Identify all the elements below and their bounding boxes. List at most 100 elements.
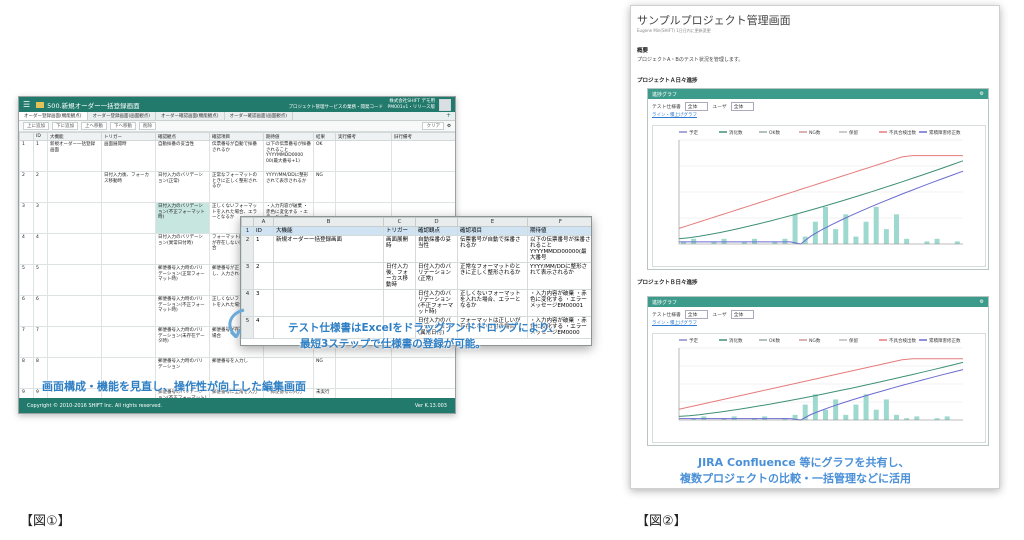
table-cell[interactable]: [101, 295, 156, 327]
table-cell[interactable]: 3: [33, 202, 48, 234]
move-up-button[interactable]: 上へ移動: [81, 122, 107, 130]
excel-row[interactable]: 2 1 新規オーダー一括登録画面 画面展開時 自動採番の妥当性 伝票番号が自動で採番される…: [241, 235, 591, 263]
excel-col-letter[interactable]: A: [253, 217, 274, 227]
user-filter-select[interactable]: 全体: [730, 310, 755, 319]
spec-filter-select[interactable]: 全体: [684, 102, 709, 111]
delete-button[interactable]: 削除: [139, 122, 156, 130]
table-cell[interactable]: [101, 326, 156, 358]
excel-cell[interactable]: 正しくないフォーマットを入れた場合、エラーとなるか: [457, 289, 528, 317]
table-cell[interactable]: YYYY/MM/DDに整形されて表示されるか: [263, 171, 314, 203]
excel-row[interactable]: 4 3 日付入力のバリデーション(不正フォーマット時) 正しくないフォーマットを入れた…: [241, 289, 591, 317]
settings-icon[interactable]: ⚙: [980, 91, 984, 97]
excel-col-letter[interactable]: F: [527, 217, 591, 227]
table-cell[interactable]: 以下の伝票番号が採番されること YYYYMMDD0000 00(最大番号+1): [263, 140, 314, 172]
table-cell[interactable]: [47, 326, 102, 358]
move-down-button[interactable]: 下へ移動: [110, 122, 136, 130]
excel-cell[interactable]: 1: [253, 235, 274, 263]
excel-header-cell[interactable]: トリガー: [383, 226, 416, 236]
excel-cell[interactable]: YYYY/MM/DDに整形されて表示されるか: [527, 262, 591, 290]
col-header[interactable]: 大機能: [47, 132, 102, 141]
table-cell[interactable]: 郵便番号入力時のバリデーション(不正フォーマット時): [155, 295, 210, 327]
table-cell[interactable]: 2: [33, 171, 48, 203]
table-cell[interactable]: [101, 233, 156, 265]
table-cell[interactable]: 新規オーダー一括登録画面: [47, 140, 102, 172]
table-cell[interactable]: 画面展開時: [101, 140, 156, 172]
table-cell[interactable]: 自動採番の妥当性: [155, 140, 210, 172]
tab-order-entry-function[interactable]: オーダー登録画面(機能観点): [19, 112, 88, 120]
table-cell[interactable]: [335, 171, 392, 203]
excel-cell[interactable]: ・入力内容が破棄 ・赤色に変化する ・エラーメッセージEM00001: [527, 289, 591, 317]
table-row[interactable]: 1 1 新規オーダー一括登録画面 画面展開時 自動採番の妥当性 伝票番号が自動で採番される…: [19, 140, 455, 172]
table-row[interactable]: 2 2 日付入力後、フォーカス移動時 日付入力のバリデーション(正常) 正常なフォーマッ…: [19, 171, 455, 203]
table-cell[interactable]: 7: [33, 326, 48, 358]
excel-cell[interactable]: 日付入力のバリデーション(不正フォーマット時): [415, 289, 458, 317]
table-cell[interactable]: [47, 233, 102, 265]
table-cell[interactable]: 日付入力のバリデーション(異常日付時): [155, 233, 210, 265]
table-cell[interactable]: [101, 264, 156, 296]
excel-cell[interactable]: 4: [253, 316, 274, 339]
table-cell[interactable]: [101, 202, 156, 234]
excel-col-letter[interactable]: E: [457, 217, 528, 227]
excel-cell[interactable]: [273, 262, 384, 290]
table-cell[interactable]: 伝票番号が自動で採番されるか: [209, 140, 264, 172]
excel-cell[interactable]: [383, 289, 416, 317]
table-cell[interactable]: [335, 357, 392, 389]
insert-above-button[interactable]: 上に追加: [23, 122, 49, 130]
excel-cell[interactable]: 自動採番の妥当性: [415, 235, 458, 263]
col-header[interactable]: トリガー: [101, 132, 156, 141]
excel-cell[interactable]: [273, 289, 384, 317]
table-cell[interactable]: 郵便番号入力時のバリデーション(正常フォーマット時): [155, 264, 210, 296]
tab-order-confirm-function[interactable]: オーダー確認画面(機能観点): [156, 112, 225, 120]
excel-header-cell[interactable]: ID: [253, 226, 274, 236]
col-header[interactable]: 実行備考: [335, 132, 392, 141]
table-cell[interactable]: 日付入力後、フォーカス移動時: [101, 171, 156, 203]
settings-icon[interactable]: ⚙: [980, 299, 984, 305]
table-cell[interactable]: 日付入力のバリデーション(正常): [155, 171, 210, 203]
excel-col-letter[interactable]: B: [273, 217, 384, 227]
table-cell[interactable]: [391, 140, 455, 172]
excel-cell[interactable]: 以下の伝票番号が採番されること YYYYMMDD00000(最大番号: [527, 235, 591, 263]
table-cell[interactable]: [391, 357, 455, 389]
excel-header-cell[interactable]: 確認項目: [457, 226, 528, 236]
table-cell[interactable]: 6: [33, 295, 48, 327]
excel-header-cell[interactable]: 大機能: [273, 226, 384, 236]
table-cell[interactable]: [47, 202, 102, 234]
col-header[interactable]: 確認項目: [209, 132, 264, 141]
col-header[interactable]: 確認観点: [155, 132, 210, 141]
chart-type-link[interactable]: ライン・積上げグラフ: [648, 112, 988, 118]
excel-cell[interactable]: 3: [253, 289, 274, 317]
table-cell[interactable]: NG: [313, 357, 336, 389]
excel-cell[interactable]: 2: [253, 262, 274, 290]
table-cell[interactable]: 5: [33, 264, 48, 296]
excel-col-letter[interactable]: D: [415, 217, 458, 227]
excel-cell[interactable]: 正常なフォーマットのときに正しく整形されるか: [457, 262, 528, 290]
table-cell[interactable]: [335, 140, 392, 172]
tab-order-confirm-screen[interactable]: オーダー確認画面(画面観点): [225, 112, 294, 120]
table-cell[interactable]: 郵便番号入力時のバリデーション(未存在データ時): [155, 326, 210, 358]
table-cell[interactable]: [391, 171, 455, 203]
table-cell[interactable]: [47, 171, 102, 203]
excel-cell[interactable]: 日付入力のバリデーション(正常): [415, 262, 458, 290]
table-cell[interactable]: 日付入力のバリデーション(不正フォーマット時): [155, 202, 210, 234]
table-cell[interactable]: 1: [33, 140, 48, 172]
excel-cell[interactable]: 画面展開時: [383, 235, 416, 263]
excel-cell[interactable]: 伝票番号が自動で採番されるか: [457, 235, 528, 263]
chart-type-link[interactable]: ライン・積上げグラフ: [648, 320, 988, 326]
excel-row[interactable]: 3 2 日付入力後、フォーカス移動時 日付入力のバリデーション(正常) 正常なフォーマッ…: [241, 262, 591, 290]
user-filter-select[interactable]: 全体: [730, 102, 755, 111]
spec-filter-select[interactable]: 全体: [684, 310, 709, 319]
table-cell[interactable]: [47, 295, 102, 327]
clear-button[interactable]: クリア: [422, 122, 444, 130]
insert-below-button[interactable]: 下に追加: [52, 122, 78, 130]
excel-header-cell[interactable]: 期待値: [527, 226, 591, 236]
table-cell[interactable]: NG: [313, 171, 336, 203]
table-cell[interactable]: 正常なフォーマットのときに正しく整形されるか: [209, 171, 264, 203]
col-header[interactable]: 期待値: [263, 132, 314, 141]
table-cell[interactable]: [47, 264, 102, 296]
col-header[interactable]: ID: [33, 132, 48, 141]
excel-cell[interactable]: 新規オーダー一括登録画面: [273, 235, 384, 263]
col-header[interactable]: 結果: [313, 132, 336, 141]
excel-col-letter[interactable]: C: [383, 217, 416, 227]
col-header[interactable]: 旧行備考: [391, 132, 455, 141]
tab-order-entry-screen[interactable]: オーダー登録画面(画面観点): [88, 112, 157, 120]
